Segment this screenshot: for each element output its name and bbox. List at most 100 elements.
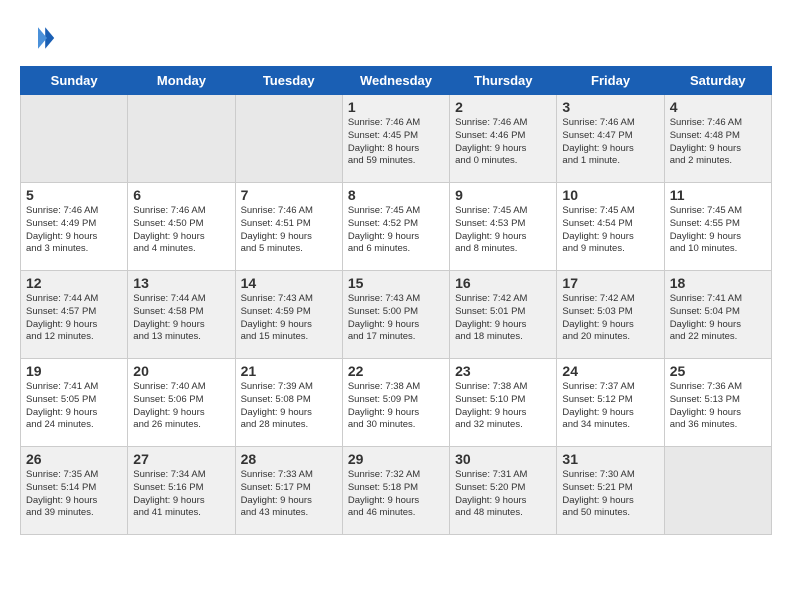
date-number: 5 — [26, 187, 122, 203]
calendar-cell: 27 Sunrise: 7:34 AM Sunset: 5:16 PM Dayli… — [128, 447, 235, 535]
date-number: 11 — [670, 187, 766, 203]
calendar-cell: 15Sunrise: 7:43 AM Sunset: 5:00 PM Dayli… — [342, 271, 449, 359]
cell-daylight-info: Sunrise: 7:44 AM Sunset: 4:57 PM Dayligh… — [26, 293, 122, 344]
calendar-week-row: 1 Sunrise: 7:46 AM Sunset: 4:45 PM Daylig… — [21, 95, 772, 183]
calendar-cell: 13Sunrise: 7:44 AM Sunset: 4:58 PM Dayli… — [128, 271, 235, 359]
cell-daylight-info: Sunrise: 7:43 AM Sunset: 4:59 PM Dayligh… — [241, 293, 337, 344]
cell-daylight-info: Sunrise: 7:45 AM Sunset: 4:52 PM Dayligh… — [348, 205, 444, 256]
calendar-cell: 1 Sunrise: 7:46 AM Sunset: 4:45 PM Daylig… — [342, 95, 449, 183]
calendar-week-row: 5 Sunrise: 7:46 AM Sunset: 4:49 PM Daylig… — [21, 183, 772, 271]
calendar-cell: 22 Sunrise: 7:38 AM Sunset: 5:09 PM Dayli… — [342, 359, 449, 447]
cell-daylight-info: Sunrise: 7:46 AM Sunset: 4:46 PM Dayligh… — [455, 117, 551, 168]
calendar-week-row: 19 Sunrise: 7:41 AM Sunset: 5:05 PM Dayli… — [21, 359, 772, 447]
day-header-sunday: Sunday — [21, 67, 128, 95]
date-number: 18 — [670, 275, 766, 291]
calendar-week-row: 12 Sunrise: 7:44 AM Sunset: 4:57 PM Dayli… — [21, 271, 772, 359]
calendar-cell: 28 Sunrise: 7:33 AM Sunset: 5:17 PM Dayli… — [235, 447, 342, 535]
cell-daylight-info: Sunrise: 7:46 AM Sunset: 4:45 PM Dayligh… — [348, 117, 444, 168]
calendar-cell: 10Sunrise: 7:45 AM Sunset: 4:54 PM Dayli… — [557, 183, 664, 271]
day-header-tuesday: Tuesday — [235, 67, 342, 95]
calendar-cell: 18 Sunrise: 7:41 AM Sunset: 5:04 PM Dayli… — [664, 271, 771, 359]
date-number: 26 — [26, 451, 122, 467]
date-number: 3 — [562, 99, 658, 115]
cell-daylight-info: Sunrise: 7:34 AM Sunset: 5:16 PM Dayligh… — [133, 469, 229, 520]
calendar-cell: 12 Sunrise: 7:44 AM Sunset: 4:57 PM Dayli… — [21, 271, 128, 359]
date-number: 22 — [348, 363, 444, 379]
calendar-cell: 19 Sunrise: 7:41 AM Sunset: 5:05 PM Dayli… — [21, 359, 128, 447]
date-number: 25 — [670, 363, 766, 379]
date-number: 29 — [348, 451, 444, 467]
cell-daylight-info: Sunrise: 7:46 AM Sunset: 4:51 PM Dayligh… — [241, 205, 337, 256]
calendar-cell: 4Sunrise: 7:46 AM Sunset: 4:48 PM Daylig… — [664, 95, 771, 183]
calendar-cell — [235, 95, 342, 183]
calendar-cell: 11 Sunrise: 7:45 AM Sunset: 4:55 PM Dayli… — [664, 183, 771, 271]
calendar-cell: 20 Sunrise: 7:40 AM Sunset: 5:06 PM Dayli… — [128, 359, 235, 447]
date-number: 17 — [562, 275, 658, 291]
cell-daylight-info: Sunrise: 7:45 AM Sunset: 4:55 PM Dayligh… — [670, 205, 766, 256]
cell-daylight-info: Sunrise: 7:46 AM Sunset: 4:47 PM Dayligh… — [562, 117, 658, 168]
cell-daylight-info: Sunrise: 7:38 AM Sunset: 5:10 PM Dayligh… — [455, 381, 551, 432]
date-number: 31 — [562, 451, 658, 467]
cell-daylight-info: Sunrise: 7:41 AM Sunset: 5:04 PM Dayligh… — [670, 293, 766, 344]
calendar-cell — [128, 95, 235, 183]
page-header — [20, 20, 772, 56]
date-number: 16 — [455, 275, 551, 291]
calendar-cell: 23 Sunrise: 7:38 AM Sunset: 5:10 PM Dayli… — [450, 359, 557, 447]
cell-daylight-info: Sunrise: 7:40 AM Sunset: 5:06 PM Dayligh… — [133, 381, 229, 432]
date-number: 10 — [562, 187, 658, 203]
day-header-monday: Monday — [128, 67, 235, 95]
cell-daylight-info: Sunrise: 7:46 AM Sunset: 4:48 PM Dayligh… — [670, 117, 766, 168]
calendar-cell: 26 Sunrise: 7:35 AM Sunset: 5:14 PM Dayli… — [21, 447, 128, 535]
calendar-cell: 29Sunrise: 7:32 AM Sunset: 5:18 PM Dayli… — [342, 447, 449, 535]
day-header-saturday: Saturday — [664, 67, 771, 95]
date-number: 2 — [455, 99, 551, 115]
cell-daylight-info: Sunrise: 7:46 AM Sunset: 4:49 PM Dayligh… — [26, 205, 122, 256]
calendar-cell — [664, 447, 771, 535]
cell-daylight-info: Sunrise: 7:30 AM Sunset: 5:21 PM Dayligh… — [562, 469, 658, 520]
date-number: 19 — [26, 363, 122, 379]
date-number: 30 — [455, 451, 551, 467]
cell-daylight-info: Sunrise: 7:36 AM Sunset: 5:13 PM Dayligh… — [670, 381, 766, 432]
cell-daylight-info: Sunrise: 7:44 AM Sunset: 4:58 PM Dayligh… — [133, 293, 229, 344]
calendar-cell: 6 Sunrise: 7:46 AM Sunset: 4:50 PM Daylig… — [128, 183, 235, 271]
calendar-cell: 25 Sunrise: 7:36 AM Sunset: 5:13 PM Dayli… — [664, 359, 771, 447]
calendar-cell — [21, 95, 128, 183]
calendar-cell: 2 Sunrise: 7:46 AM Sunset: 4:46 PM Daylig… — [450, 95, 557, 183]
date-number: 28 — [241, 451, 337, 467]
date-number: 23 — [455, 363, 551, 379]
date-number: 7 — [241, 187, 337, 203]
calendar-cell: 7 Sunrise: 7:46 AM Sunset: 4:51 PM Daylig… — [235, 183, 342, 271]
calendar-cell: 3 Sunrise: 7:46 AM Sunset: 4:47 PM Daylig… — [557, 95, 664, 183]
cell-daylight-info: Sunrise: 7:33 AM Sunset: 5:17 PM Dayligh… — [241, 469, 337, 520]
date-number: 14 — [241, 275, 337, 291]
date-number: 6 — [133, 187, 229, 203]
calendar-week-row: 26 Sunrise: 7:35 AM Sunset: 5:14 PM Dayli… — [21, 447, 772, 535]
day-header-thursday: Thursday — [450, 67, 557, 95]
calendar-cell: 30 Sunrise: 7:31 AM Sunset: 5:20 PM Dayli… — [450, 447, 557, 535]
cell-daylight-info: Sunrise: 7:45 AM Sunset: 4:53 PM Dayligh… — [455, 205, 551, 256]
date-number: 21 — [241, 363, 337, 379]
cell-daylight-info: Sunrise: 7:46 AM Sunset: 4:50 PM Dayligh… — [133, 205, 229, 256]
date-number: 27 — [133, 451, 229, 467]
calendar-cell: 14 Sunrise: 7:43 AM Sunset: 4:59 PM Dayli… — [235, 271, 342, 359]
calendar-cell: 5 Sunrise: 7:46 AM Sunset: 4:49 PM Daylig… — [21, 183, 128, 271]
cell-daylight-info: Sunrise: 7:31 AM Sunset: 5:20 PM Dayligh… — [455, 469, 551, 520]
cell-daylight-info: Sunrise: 7:43 AM Sunset: 5:00 PM Dayligh… — [348, 293, 444, 344]
cell-daylight-info: Sunrise: 7:42 AM Sunset: 5:01 PM Dayligh… — [455, 293, 551, 344]
calendar-cell: 8Sunrise: 7:45 AM Sunset: 4:52 PM Daylig… — [342, 183, 449, 271]
calendar-table: SundayMondayTuesdayWednesdayThursdayFrid… — [20, 66, 772, 535]
cell-daylight-info: Sunrise: 7:41 AM Sunset: 5:05 PM Dayligh… — [26, 381, 122, 432]
day-header-wednesday: Wednesday — [342, 67, 449, 95]
calendar-cell: 17 Sunrise: 7:42 AM Sunset: 5:03 PM Dayli… — [557, 271, 664, 359]
calendar-cell: 24Sunrise: 7:37 AM Sunset: 5:12 PM Dayli… — [557, 359, 664, 447]
date-number: 20 — [133, 363, 229, 379]
cell-daylight-info: Sunrise: 7:42 AM Sunset: 5:03 PM Dayligh… — [562, 293, 658, 344]
cell-daylight-info: Sunrise: 7:38 AM Sunset: 5:09 PM Dayligh… — [348, 381, 444, 432]
date-number: 12 — [26, 275, 122, 291]
date-number: 9 — [455, 187, 551, 203]
calendar-header-row: SundayMondayTuesdayWednesdayThursdayFrid… — [21, 67, 772, 95]
calendar-body: 1 Sunrise: 7:46 AM Sunset: 4:45 PM Daylig… — [21, 95, 772, 535]
calendar-cell: 9 Sunrise: 7:45 AM Sunset: 4:53 PM Daylig… — [450, 183, 557, 271]
date-number: 1 — [348, 99, 444, 115]
cell-daylight-info: Sunrise: 7:35 AM Sunset: 5:14 PM Dayligh… — [26, 469, 122, 520]
